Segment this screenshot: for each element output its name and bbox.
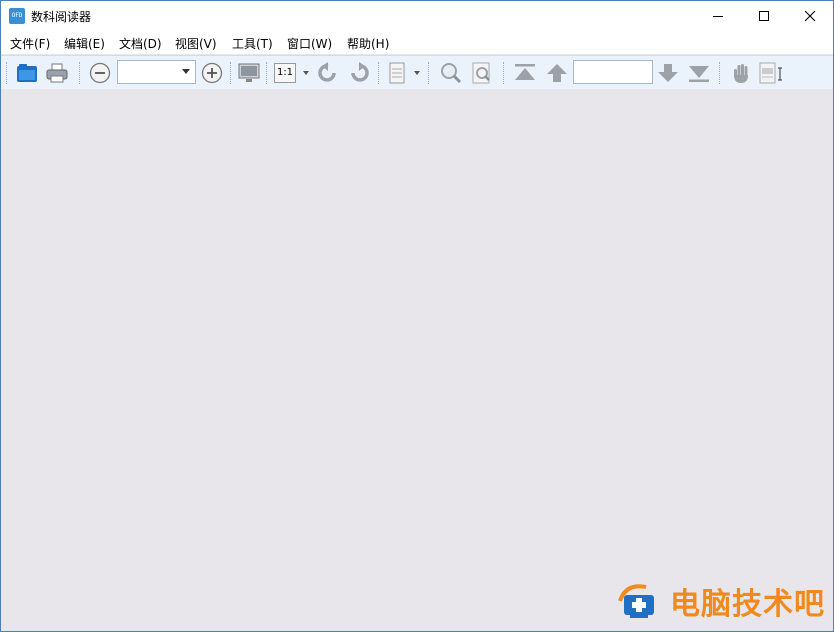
maximize-button[interactable]	[741, 1, 787, 31]
menu-view[interactable]: 视图(V)	[175, 35, 217, 52]
page-number-input[interactable]	[573, 60, 653, 84]
toolbar-separator	[230, 62, 233, 84]
monitor-icon	[238, 63, 260, 82]
menu-document[interactable]: 文档(D)	[119, 35, 162, 52]
window-title: 数科阅读器	[31, 10, 92, 24]
text-select-icon	[759, 62, 782, 84]
rotate-left-button[interactable]	[315, 60, 341, 86]
minimize-icon	[713, 16, 723, 17]
folder-open-icon	[17, 64, 37, 82]
fullscreen-button[interactable]	[236, 60, 262, 86]
text-select-button[interactable]	[758, 60, 784, 86]
hand-tool-button[interactable]	[728, 60, 754, 86]
watermark-logo-icon	[618, 584, 654, 618]
document-workspace[interactable]: 电脑技术吧	[1, 89, 833, 631]
menu-help[interactable]: 帮助(H)	[347, 35, 389, 52]
actual-size-button[interactable]: 1:1	[272, 60, 298, 86]
zoom-out-button[interactable]	[87, 60, 113, 86]
rotate-left-icon	[318, 62, 336, 82]
menu-window[interactable]: 窗口(W)	[287, 35, 332, 52]
toolbar-grip	[6, 62, 9, 84]
last-page-button[interactable]	[686, 60, 712, 86]
printer-icon	[46, 63, 68, 83]
rotate-right-icon	[351, 62, 369, 82]
arrow-up-icon	[547, 64, 567, 82]
close-icon	[804, 10, 816, 22]
zoom-in-button[interactable]	[199, 60, 225, 86]
open-button[interactable]	[14, 60, 40, 86]
toolbar-separator	[503, 62, 506, 84]
page-layout-button[interactable]	[384, 60, 410, 86]
hand-icon	[734, 64, 748, 83]
menu-bar: 文件(F) 编辑(E) 文档(D) 视图(V) 工具(T) 窗口(W) 帮助(H…	[1, 31, 833, 54]
search-button[interactable]	[438, 60, 464, 86]
toolbar-separator	[428, 62, 431, 84]
previous-page-button[interactable]	[544, 60, 570, 86]
minimize-button[interactable]	[695, 1, 741, 31]
title-bar[interactable]: OFD 数科阅读器	[1, 1, 833, 31]
minus-circle-icon	[89, 62, 111, 84]
chevron-down-icon	[182, 69, 190, 74]
close-button[interactable]	[787, 1, 833, 31]
watermark: 电脑技术吧	[616, 579, 825, 623]
actual-size-icon: 1:1	[274, 63, 296, 83]
toolbar-separator	[719, 62, 722, 84]
magnifier-icon	[441, 63, 462, 84]
next-page-button[interactable]	[655, 60, 681, 86]
menu-tools[interactable]: 工具(T)	[232, 35, 273, 52]
app-logo-icon: OFD	[9, 8, 25, 24]
page-layout-icon	[389, 62, 405, 84]
chevron-down-icon[interactable]	[303, 71, 309, 75]
app-window: OFD 数科阅读器 文件(F) 编辑(E) 文档(D) 视图(V) 工具(T) …	[0, 0, 834, 632]
zoom-combo[interactable]	[117, 60, 196, 84]
first-page-button[interactable]	[512, 60, 538, 86]
last-page-icon	[689, 66, 709, 82]
rotate-right-button[interactable]	[346, 60, 372, 86]
print-button[interactable]	[44, 60, 70, 86]
menu-file[interactable]: 文件(F)	[10, 35, 50, 52]
arrow-down-icon	[658, 64, 678, 82]
maximize-icon	[759, 11, 769, 21]
find-in-page-button[interactable]	[469, 60, 495, 86]
watermark-text: 电脑技术吧	[670, 587, 825, 622]
toolbar-separator	[266, 62, 269, 84]
toolbar-separator	[79, 62, 82, 84]
find-page-icon	[472, 62, 490, 84]
menu-edit[interactable]: 编辑(E)	[64, 35, 105, 52]
chevron-down-icon[interactable]	[414, 71, 420, 75]
plus-circle-icon	[201, 62, 223, 84]
main-toolbar: 1:1	[1, 55, 833, 91]
first-page-icon	[515, 64, 535, 80]
toolbar-separator	[378, 62, 381, 84]
